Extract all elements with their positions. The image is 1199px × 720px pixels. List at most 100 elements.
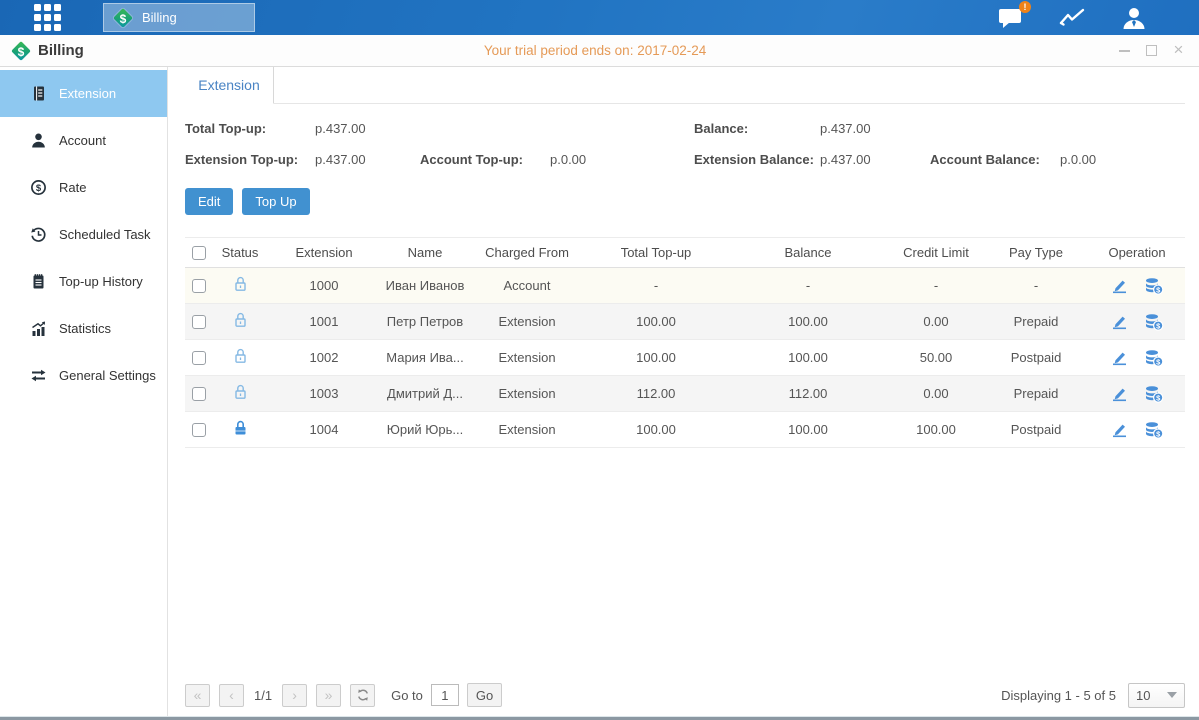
apps-grid-icon[interactable] (34, 4, 61, 31)
maximize-icon[interactable] (1145, 44, 1158, 57)
topup-row-icon[interactable]: $ (1144, 385, 1164, 403)
last-page-button[interactable]: » (316, 684, 341, 707)
tab-extension[interactable]: Extension (185, 67, 274, 104)
cell-name: Мария Ива... (381, 340, 469, 376)
extension-balance-value: p.437.00 (820, 152, 871, 167)
extension-balance-label: Extension Balance: (694, 152, 814, 167)
cell-pay-type: Prepaid (983, 304, 1089, 340)
svg-text:$: $ (36, 183, 42, 194)
billing-window-icon: $ (11, 41, 31, 61)
sidebar-item-label: General Settings (59, 368, 156, 383)
cell-credit-limit: 50.00 (889, 340, 983, 376)
topup-row-icon[interactable]: $ (1144, 313, 1164, 331)
goto-page-input[interactable] (431, 684, 459, 706)
go-button[interactable]: Go (467, 683, 502, 707)
edit-button[interactable]: Edit (185, 188, 233, 215)
cell-credit-limit: 0.00 (889, 376, 983, 412)
table-row: 1000 Иван Иванов Account - - - - $ (185, 268, 1185, 304)
user-icon[interactable] (1121, 6, 1147, 30)
unlocked-icon (232, 347, 249, 365)
taskbar-item-billing[interactable]: $ Billing (103, 3, 255, 32)
edit-row-icon[interactable] (1110, 386, 1129, 402)
sidebar-item-label: Statistics (59, 321, 111, 336)
dollar-coin-icon: $ (30, 179, 47, 196)
prev-page-button[interactable]: ‹ (219, 684, 244, 707)
cell-credit-limit: - (889, 268, 983, 304)
column-header-pay-type: Pay Type (983, 238, 1089, 268)
sidebar-item-general-settings[interactable]: General Settings (0, 352, 167, 399)
cell-name: Петр Петров (381, 304, 469, 340)
window-titlebar: $ Billing Your trial period ends on: 201… (0, 35, 1199, 67)
row-checkbox[interactable] (192, 351, 206, 365)
first-page-button[interactable]: « (185, 684, 210, 707)
account-balance-label: Account Balance: (930, 152, 1040, 167)
cell-extension: 1003 (267, 376, 381, 412)
edit-row-icon[interactable] (1110, 278, 1129, 294)
cell-extension: 1000 (267, 268, 381, 304)
column-header-total-topup: Total Top-up (585, 238, 727, 268)
cell-balance: 112.00 (727, 376, 889, 412)
desktop-topbar: $ Billing ! (0, 0, 1199, 35)
edit-row-icon[interactable] (1110, 314, 1129, 330)
bar-chart-icon (30, 320, 47, 337)
sidebar-item-statistics[interactable]: Statistics (0, 305, 167, 352)
table-row: 1003 Дмитрий Д... Extension 112.00 112.0… (185, 376, 1185, 412)
sidebar-item-label: Extension (59, 86, 116, 101)
refresh-button[interactable] (350, 684, 375, 707)
topup-row-icon[interactable]: $ (1144, 349, 1164, 367)
edit-row-icon[interactable] (1110, 350, 1129, 366)
row-checkbox[interactable] (192, 387, 206, 401)
page-size-select[interactable]: 10 (1128, 683, 1185, 708)
column-header-status: Status (213, 238, 267, 268)
sidebar-item-label: Account (59, 133, 106, 148)
top-up-button[interactable]: Top Up (242, 188, 309, 215)
sidebar: Extension Account $ Rate Scheduled Task (0, 67, 168, 716)
cell-total-topup: - (585, 268, 727, 304)
resource-monitor-icon[interactable] (1059, 7, 1087, 29)
sidebar-item-account[interactable]: Account (0, 117, 167, 164)
table-row: 1004 Юрий Юрь... Extension 100.00 100.00… (185, 412, 1185, 448)
sidebar-item-scheduled-task[interactable]: Scheduled Task (0, 211, 167, 258)
cell-balance: - (727, 268, 889, 304)
row-checkbox[interactable] (192, 315, 206, 329)
table-header-row: Status Extension Name Charged From Total… (185, 238, 1185, 268)
sidebar-item-label: Top-up History (59, 274, 143, 289)
cell-total-topup: 100.00 (585, 304, 727, 340)
cell-extension: 1004 (267, 412, 381, 448)
sidebar-item-topup-history[interactable]: Top-up History (0, 258, 167, 305)
notifications-icon[interactable]: ! (998, 6, 1025, 30)
cell-charged-from: Extension (469, 340, 585, 376)
refresh-icon (356, 688, 370, 702)
person-icon (30, 132, 47, 149)
row-checkbox[interactable] (192, 423, 206, 437)
unlocked-icon (232, 383, 249, 401)
cell-total-topup: 112.00 (585, 376, 727, 412)
window-title: Billing (38, 42, 84, 59)
account-topup-value: p.0.00 (550, 152, 586, 167)
cell-charged-from: Extension (469, 376, 585, 412)
locked-icon (232, 419, 249, 437)
column-header-name: Name (381, 238, 469, 268)
topup-row-icon[interactable]: $ (1144, 277, 1164, 295)
total-topup-value: p.437.00 (315, 121, 366, 136)
close-icon[interactable]: × (1172, 44, 1185, 57)
select-all-checkbox[interactable] (192, 246, 206, 260)
taskbar-item-label: Billing (142, 10, 177, 25)
goto-label: Go to (391, 688, 423, 703)
cell-pay-type: Postpaid (983, 412, 1089, 448)
topup-row-icon[interactable]: $ (1144, 421, 1164, 439)
sidebar-item-extension[interactable]: Extension (0, 70, 167, 117)
billing-app-icon: $ (113, 8, 133, 28)
sidebar-item-label: Rate (59, 180, 86, 195)
extension-topup-label: Extension Top-up: (185, 152, 298, 167)
minimize-icon[interactable] (1118, 44, 1131, 57)
window-bottom-edge (0, 716, 1199, 720)
cell-charged-from: Account (469, 268, 585, 304)
row-checkbox[interactable] (192, 279, 206, 293)
edit-row-icon[interactable] (1110, 422, 1129, 438)
sidebar-item-rate[interactable]: $ Rate (0, 164, 167, 211)
page-indicator: 1/1 (254, 688, 272, 703)
table-row: 1001 Петр Петров Extension 100.00 100.00… (185, 304, 1185, 340)
next-page-button[interactable]: › (282, 684, 307, 707)
column-header-charged-from: Charged From (469, 238, 585, 268)
